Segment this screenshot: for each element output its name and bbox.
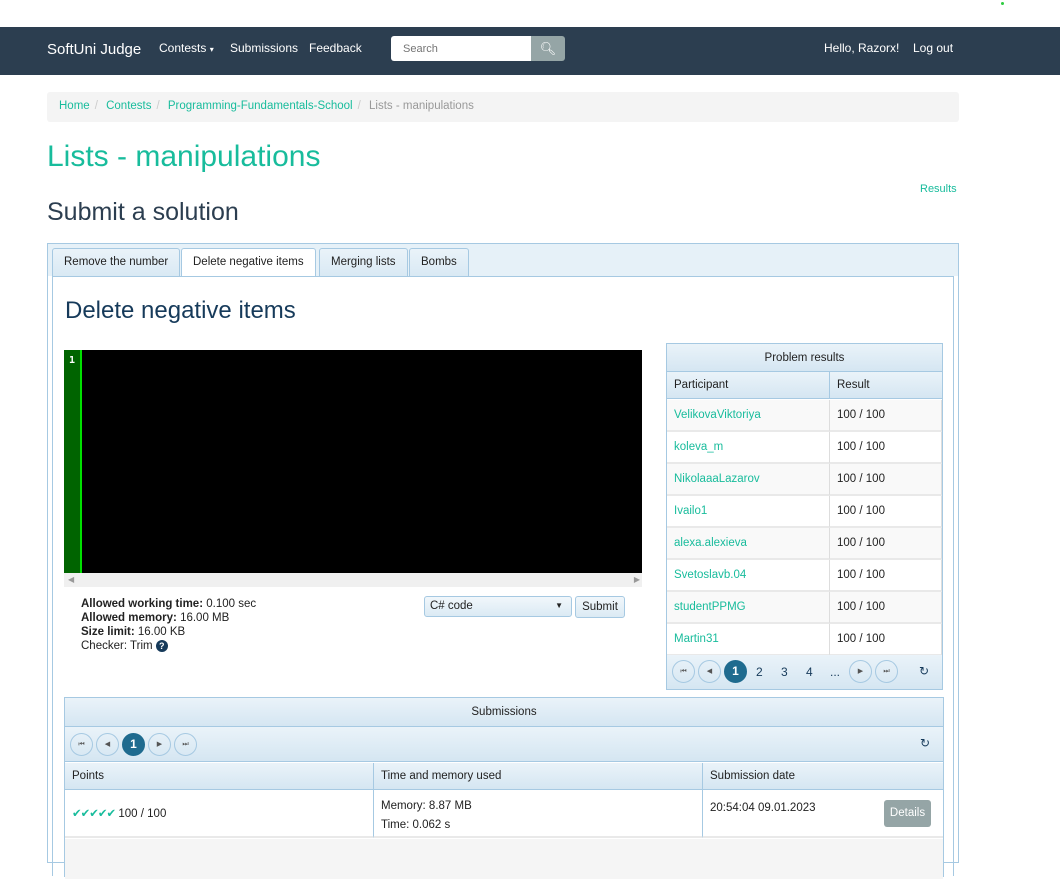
- nav-feedback[interactable]: Feedback: [309, 41, 362, 55]
- header-time-memory: Time and memory used: [374, 763, 703, 790]
- result-cell: 100 / 100: [830, 432, 942, 464]
- tab-bombs[interactable]: Bombs: [409, 248, 469, 276]
- submit-button[interactable]: Submit: [575, 596, 625, 618]
- results-pager: ⏮ ◀ 1 2 3 4 ... ▶ ⏭ ↻: [667, 655, 942, 689]
- participant-link[interactable]: VelikovaViktoriya: [667, 400, 830, 432]
- submissions-table: Submissions ⏮ ◀ 1 ▶ ⏭ ↻ Points Time and …: [64, 697, 944, 879]
- page-1[interactable]: 1: [724, 660, 747, 683]
- header-submission-date: Submission date: [710, 770, 796, 782]
- search-input[interactable]: [391, 36, 532, 61]
- result-cell: 100 / 100: [830, 400, 942, 432]
- size-limit: 16.00 KB: [137, 626, 186, 638]
- tab-content: Delete negative items 1 ◀ ▶ Allowed worki…: [52, 276, 954, 879]
- next-page-icon[interactable]: ▶: [148, 733, 171, 756]
- tab-remove-the-number[interactable]: Remove the number: [52, 248, 181, 276]
- participant-link[interactable]: alexa.alexieva: [667, 528, 830, 560]
- navbar: SoftUni Judge Contests ▾ Submissions Fee…: [0, 27, 1060, 75]
- page-2[interactable]: 2: [756, 665, 763, 679]
- submissions-title: Submissions: [65, 698, 943, 727]
- page-1[interactable]: 1: [122, 733, 145, 756]
- nav-submissions[interactable]: Submissions: [230, 41, 298, 55]
- result-cell: 100 / 100: [830, 528, 942, 560]
- user-greeting[interactable]: Hello, Razorx!: [824, 41, 899, 55]
- prev-page-icon[interactable]: ◀: [96, 733, 119, 756]
- search-button[interactable]: 🔍︎: [531, 36, 565, 61]
- problems-panel: Remove the number Delete negative items …: [47, 243, 959, 879]
- caret-down-icon: ▾: [209, 45, 214, 54]
- page-title: Lists - manipulations: [47, 140, 321, 173]
- submissions-pager: ⏮ ◀ 1 ▶ ⏭ ↻: [65, 727, 943, 762]
- memory-limit: 16.00 MB: [180, 612, 230, 624]
- dropdown-arrow-icon: ▼: [555, 601, 563, 610]
- line-number: 1: [64, 350, 82, 573]
- nav-contests[interactable]: Contests ▾: [159, 41, 214, 55]
- problem-title: Delete negative items: [65, 297, 296, 324]
- language-select[interactable]: C# code ▼: [424, 596, 572, 617]
- checker: Trim: [130, 640, 153, 652]
- status-dot: [1001, 2, 1004, 5]
- code-editor[interactable]: 1: [64, 350, 642, 573]
- page-3[interactable]: 3: [781, 665, 788, 679]
- problem-results-table: Problem results Participant Result Velik…: [666, 343, 943, 690]
- brand[interactable]: SoftUni Judge: [47, 41, 141, 58]
- time-memory-cell: Memory: 8.87 MB Time: 0.062 s: [374, 790, 703, 838]
- header-participant: Participant: [667, 372, 830, 399]
- refresh-icon[interactable]: ↻: [919, 664, 929, 678]
- breadcrumb-home[interactable]: Home: [59, 100, 90, 112]
- header-points: Points: [65, 763, 374, 790]
- participant-link[interactable]: Ivailo1: [667, 496, 830, 528]
- editor-scrollbar[interactable]: ◀ ▶: [64, 573, 642, 587]
- breadcrumb-contest[interactable]: Programming-Fundamentals-School: [168, 100, 353, 112]
- results-link[interactable]: Results: [920, 183, 957, 195]
- check-icons: ✔✔✔✔✔: [72, 808, 116, 820]
- next-page-icon[interactable]: ▶: [849, 660, 872, 683]
- header-result: Result: [837, 379, 870, 391]
- participant-link[interactable]: studentPPMG: [667, 592, 830, 624]
- first-page-icon[interactable]: ⏮: [672, 660, 695, 683]
- time-limit: 0.100 sec: [206, 598, 257, 610]
- breadcrumb: Home / Contests / Programming-Fundamentals…: [47, 92, 959, 122]
- problem-limits: Allowed working time: 0.100 sec Allowed …: [81, 598, 257, 652]
- logout-link[interactable]: Log out: [913, 41, 953, 55]
- participant-link[interactable]: NikolaaaLazarov: [667, 464, 830, 496]
- points-cell: ✔✔✔✔✔ 100 / 100: [65, 790, 374, 838]
- problem-results-title: Problem results: [667, 344, 942, 372]
- result-cell: 100 / 100: [830, 592, 942, 624]
- participant-link[interactable]: Svetoslavb.04: [667, 560, 830, 592]
- refresh-icon[interactable]: ↻: [920, 736, 930, 750]
- result-cell: 100 / 100: [830, 496, 942, 528]
- tab-bar: Remove the number Delete negative items …: [48, 244, 958, 277]
- help-icon[interactable]: ?: [155, 640, 168, 652]
- participant-link[interactable]: Martin31: [667, 624, 830, 656]
- details-button[interactable]: Details: [884, 800, 931, 827]
- breadcrumb-contests[interactable]: Contests: [106, 100, 151, 112]
- result-cell: 100 / 100: [830, 560, 942, 592]
- result-cell: 100 / 100: [830, 464, 942, 496]
- section-title: Submit a solution: [47, 198, 239, 226]
- tab-delete-negative-items[interactable]: Delete negative items: [181, 248, 316, 277]
- tab-merging-lists[interactable]: Merging lists: [319, 248, 408, 276]
- breadcrumb-current: Lists - manipulations: [369, 100, 474, 112]
- prev-page-icon[interactable]: ◀: [698, 660, 721, 683]
- page-4[interactable]: 4: [806, 665, 813, 679]
- last-page-icon[interactable]: ⏭: [875, 660, 898, 683]
- result-cell: 100 / 100: [830, 624, 942, 656]
- first-page-icon[interactable]: ⏮: [70, 733, 93, 756]
- page-ellipsis: ...: [830, 665, 841, 679]
- participant-link[interactable]: koleva_m: [667, 432, 830, 464]
- search-icon: 🔍︎: [539, 41, 557, 56]
- last-page-icon[interactable]: ⏭: [174, 733, 197, 756]
